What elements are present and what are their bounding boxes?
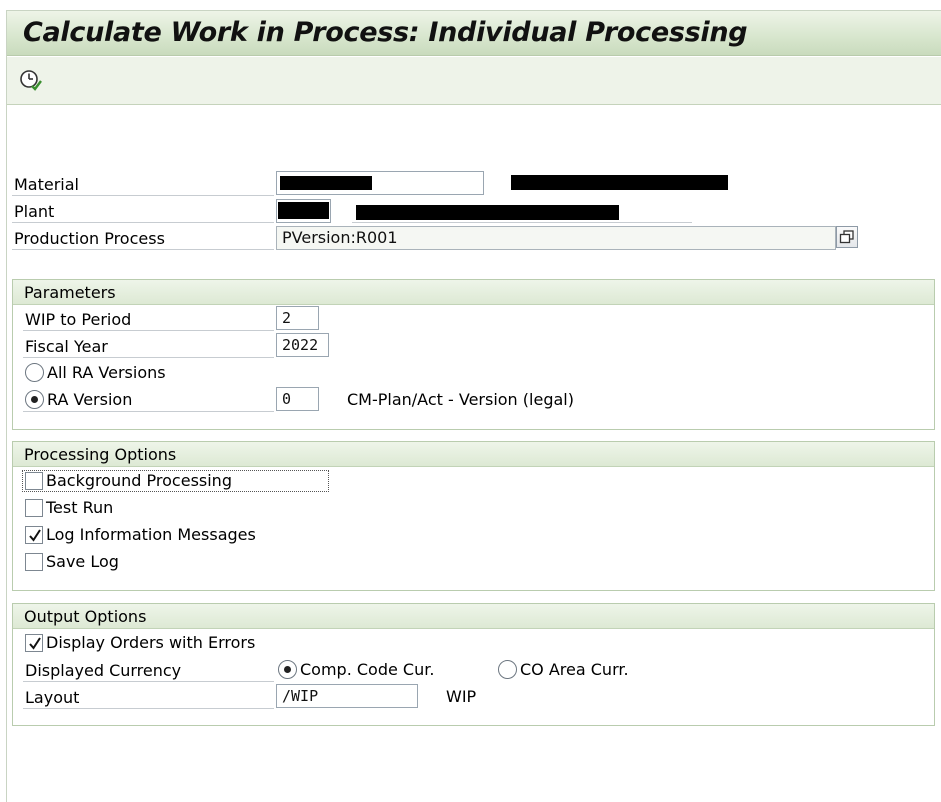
ra-version-radio[interactable] xyxy=(25,390,44,409)
execute-button[interactable] xyxy=(19,69,45,93)
divider xyxy=(23,681,274,682)
redacted-material xyxy=(280,176,372,190)
redacted-material-description xyxy=(511,175,728,190)
divider xyxy=(23,357,274,358)
co-area-currency-radio[interactable] xyxy=(498,660,517,679)
value-help-button[interactable] xyxy=(836,226,858,248)
ra-version-input[interactable]: 0 xyxy=(276,387,319,411)
processing-options-group: Processing Options xyxy=(12,441,935,591)
divider xyxy=(352,222,692,223)
background-processing-label: Background Processing xyxy=(46,471,232,490)
comp-code-currency-radio[interactable] xyxy=(278,660,297,679)
radio-selected-dot xyxy=(31,396,38,403)
execute-clock-icon xyxy=(20,70,42,91)
title-bar: Calculate Work in Process: Individual Pr… xyxy=(7,11,941,56)
save-log-checkbox[interactable] xyxy=(25,553,43,571)
fiscal-year-label: Fiscal Year xyxy=(25,337,108,356)
processing-options-group-title: Processing Options xyxy=(13,442,934,467)
divider xyxy=(12,195,274,196)
divider xyxy=(23,708,274,709)
log-information-messages-checkbox[interactable] xyxy=(25,526,43,544)
material-label: Material xyxy=(14,175,79,194)
redacted-plant xyxy=(278,202,329,219)
ra-version-label: RA Version xyxy=(47,390,133,409)
all-ra-versions-label: All RA Versions xyxy=(47,363,166,382)
layout-input[interactable]: /WIP xyxy=(276,684,418,708)
divider xyxy=(12,222,274,223)
display-orders-with-errors-checkbox[interactable] xyxy=(25,634,43,652)
log-information-messages-label: Log Information Messages xyxy=(46,525,256,544)
test-run-checkbox[interactable] xyxy=(25,499,43,517)
divider xyxy=(23,411,274,412)
checkmark-icon xyxy=(29,529,41,542)
checkmark-icon xyxy=(29,637,41,650)
display-orders-with-errors-label: Display Orders with Errors xyxy=(46,633,256,652)
background-processing-checkbox[interactable] xyxy=(25,472,43,490)
all-ra-versions-radio[interactable] xyxy=(25,363,44,382)
layout-description: WIP xyxy=(446,687,477,706)
test-run-label: Test Run xyxy=(46,498,114,517)
application-toolbar xyxy=(7,57,941,105)
copy-windows-icon xyxy=(839,230,854,244)
fiscal-year-input[interactable]: 2022 xyxy=(276,333,329,357)
comp-code-currency-label: Comp. Code Cur. xyxy=(300,660,435,679)
redacted-plant-description xyxy=(356,205,619,220)
wip-to-period-label: WIP to Period xyxy=(25,310,132,329)
page-title: Calculate Work in Process: Individual Pr… xyxy=(23,17,748,48)
co-area-currency-label: CO Area Curr. xyxy=(520,660,629,679)
divider xyxy=(23,330,274,331)
production-process-label: Production Process xyxy=(14,229,165,248)
production-process-input[interactable]: PVersion:R001 xyxy=(276,226,836,250)
radio-selected-dot xyxy=(284,666,291,673)
output-options-group-title: Output Options xyxy=(13,604,934,629)
displayed-currency-label: Displayed Currency xyxy=(25,661,182,680)
layout-label: Layout xyxy=(25,688,80,707)
save-log-label: Save Log xyxy=(46,552,119,571)
plant-label: Plant xyxy=(14,202,55,221)
parameters-group-title: Parameters xyxy=(13,280,934,305)
divider xyxy=(12,249,274,250)
wip-to-period-input[interactable]: 2 xyxy=(276,306,319,330)
ra-version-description: CM-Plan/Act - Version (legal) xyxy=(347,390,574,409)
